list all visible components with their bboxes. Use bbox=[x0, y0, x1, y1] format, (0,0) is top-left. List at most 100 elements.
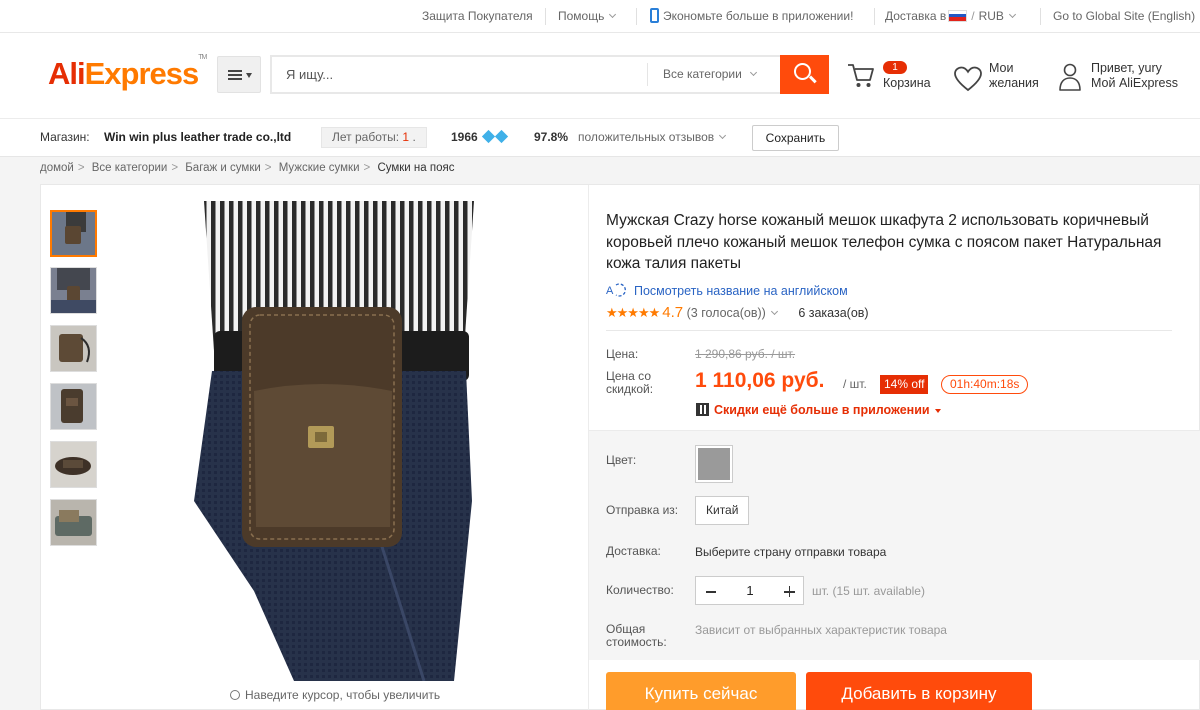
ship-to-label: Доставка в bbox=[885, 9, 947, 23]
store-bar: Магазин: Win win plus leather trade co.,… bbox=[0, 118, 1200, 157]
wishlist-link[interactable]: Мои желания bbox=[989, 61, 1039, 91]
hamburger-icon bbox=[228, 70, 242, 80]
add-to-cart-button[interactable]: Добавить в корзину bbox=[806, 672, 1032, 710]
product-main-image[interactable] bbox=[184, 201, 492, 681]
store-score[interactable]: 1966 bbox=[451, 119, 509, 156]
quantity-stepper: 1 bbox=[695, 576, 804, 605]
chevron-down-icon bbox=[609, 10, 617, 19]
discount-badge: 14% off bbox=[880, 375, 929, 394]
minus-icon[interactable] bbox=[706, 591, 716, 593]
app-deal-dropdown[interactable]: Скидки ещё больше в приложении bbox=[696, 401, 941, 417]
quantity-input[interactable]: 1 bbox=[726, 583, 774, 598]
buy-now-button[interactable]: Купить сейчас bbox=[606, 672, 796, 710]
svg-text:A: A bbox=[606, 285, 614, 297]
thumbnail-5[interactable] bbox=[50, 441, 97, 488]
thumbnail-2[interactable] bbox=[50, 267, 97, 314]
diamond-icon bbox=[481, 129, 496, 144]
ship-to-selector[interactable]: Доставка в / RUB bbox=[885, 0, 1016, 33]
positive-feedback-dropdown[interactable]: положительных отзывов bbox=[578, 119, 727, 156]
delivery-label: Доставка: bbox=[606, 544, 661, 558]
quantity-available: шт. (15 шт. available) bbox=[812, 584, 925, 598]
divider bbox=[1040, 8, 1041, 25]
old-price: 1 290,86 руб. / шт. bbox=[695, 347, 796, 361]
user-icon[interactable] bbox=[1058, 62, 1082, 92]
breadcrumb-item[interactable]: Багаж и сумки bbox=[185, 162, 261, 174]
color-label: Цвет: bbox=[606, 453, 637, 467]
chevron-down-icon bbox=[1008, 10, 1016, 19]
save-store-button[interactable]: Сохранить bbox=[752, 125, 839, 151]
color-swatch-gray[interactable] bbox=[695, 445, 733, 483]
star-rating-icon: ★★★★★ bbox=[606, 305, 660, 320]
phone-icon bbox=[650, 8, 659, 24]
zoom-hint-label: Наведите курсор, чтобы увеличить bbox=[245, 688, 441, 702]
global-site-link[interactable]: Go to Global Site (English) bbox=[1053, 0, 1195, 33]
currency-label: RUB bbox=[978, 9, 1004, 23]
greeting-label: Привет, yury bbox=[1091, 61, 1162, 75]
category-select[interactable]: Все категории bbox=[647, 63, 777, 86]
breadcrumb-item[interactable]: Мужские сумки bbox=[279, 162, 360, 174]
total-cost-value: Зависит от выбранных характеристик товар… bbox=[695, 623, 947, 637]
quantity-label: Количество: bbox=[606, 583, 674, 597]
store-name-link[interactable]: Win win plus leather trade co.,ltd bbox=[104, 119, 291, 156]
search-button[interactable] bbox=[780, 55, 829, 94]
search-icon bbox=[794, 63, 811, 80]
buyer-protection-link[interactable]: Защита Покупателя bbox=[422, 0, 533, 33]
delivery-value: Выберите страну отправки товара bbox=[695, 545, 887, 559]
divider bbox=[545, 8, 546, 25]
divider bbox=[606, 330, 1172, 331]
wishlist-label-1: Мои bbox=[989, 61, 1014, 75]
cart-icon bbox=[848, 64, 874, 87]
trademark-icon: TM bbox=[198, 53, 207, 61]
chevron-down-icon bbox=[770, 307, 778, 316]
caret-down-icon bbox=[934, 409, 941, 413]
translate-title-link[interactable]: A Посмотреть название на английском bbox=[606, 281, 848, 298]
years-label: Лет работы: bbox=[332, 130, 400, 144]
help-label: Помощь bbox=[558, 9, 605, 23]
search-input[interactable] bbox=[272, 57, 647, 92]
ship-from-label: Отправка из: bbox=[606, 503, 679, 517]
positive-feedback-percent: 97.8% bbox=[534, 130, 569, 144]
translate-title-label: Посмотреть название на английском bbox=[634, 284, 848, 298]
divider bbox=[636, 8, 637, 25]
cart-count-badge: 1 bbox=[883, 61, 907, 74]
breadcrumb-item[interactable]: Сумки на пояс bbox=[377, 162, 454, 174]
app-deal-label: Скидки ещё больше в приложении bbox=[714, 403, 930, 417]
breadcrumb: домой > Все категории > Багаж и сумки > Муж… bbox=[40, 162, 455, 174]
rating-row: ★★★★★ 4.7 (3 голоса(ов)) 6 заказа(ов) bbox=[606, 304, 869, 321]
app-promo-label: Экономьте больше в приложении! bbox=[663, 9, 854, 23]
price-unit: / шт. bbox=[843, 377, 867, 391]
help-menu[interactable]: Помощь bbox=[558, 0, 617, 33]
heart-icon[interactable] bbox=[953, 65, 983, 93]
positive-feedback-label: положительных отзывов bbox=[578, 130, 715, 144]
price-label: Цена: bbox=[606, 347, 639, 361]
breadcrumb-item[interactable]: домой bbox=[40, 162, 74, 174]
categories-menu-button[interactable] bbox=[217, 56, 261, 93]
chevron-down-icon bbox=[749, 68, 757, 77]
ship-from-option-china[interactable]: Китай bbox=[695, 496, 750, 525]
thumbnail-3[interactable] bbox=[50, 325, 97, 372]
cart-label[interactable]: Корзина bbox=[883, 76, 931, 91]
category-select-label: Все категории bbox=[663, 67, 742, 81]
translate-icon: A bbox=[606, 283, 626, 297]
account-link[interactable]: Привет, yury Мой AliExpress bbox=[1091, 61, 1178, 91]
thumbnail-6[interactable] bbox=[50, 499, 97, 546]
aliexpress-logo[interactable]: AliExpressTM bbox=[48, 53, 207, 92]
diamond-icon bbox=[494, 129, 509, 144]
thumbnail-1[interactable] bbox=[50, 210, 97, 257]
thumbnail-4[interactable] bbox=[50, 383, 97, 430]
plus-icon[interactable] bbox=[784, 587, 795, 596]
discount-price-label: Цена со скидкой: bbox=[606, 369, 654, 396]
top-bar: Защита Покупателя Помощь Экономьте больш… bbox=[0, 0, 1200, 33]
product-title: Мужская Crazy horse кожаный мешок шкафут… bbox=[606, 212, 1162, 272]
product-photo bbox=[184, 201, 492, 681]
zoom-hint: Наведите курсор, чтобы увеличить bbox=[230, 688, 440, 702]
app-promo-link[interactable]: Экономьте больше в приложении! bbox=[650, 0, 853, 33]
breadcrumb-item[interactable]: Все категории bbox=[92, 162, 168, 174]
votes-link[interactable]: (3 голоса(ов)) bbox=[687, 306, 766, 320]
store-label: Магазин: bbox=[40, 130, 90, 144]
search-bar: Все категории bbox=[270, 55, 829, 94]
russia-flag-icon bbox=[948, 9, 968, 22]
search-icon bbox=[230, 690, 240, 700]
orders-count: 6 заказа(ов) bbox=[798, 306, 869, 320]
wishlist-label-2: желания bbox=[989, 76, 1039, 90]
